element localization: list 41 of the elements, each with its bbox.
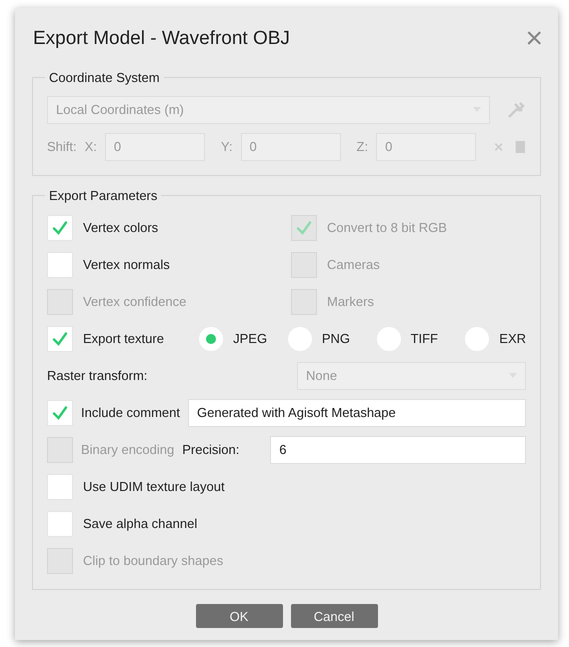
radio-button[interactable] xyxy=(199,326,224,350)
checkbox-label: Include comment xyxy=(81,405,180,420)
group-title: Coordinate System xyxy=(48,70,161,85)
radio-label: JPEG xyxy=(233,331,268,346)
checkbox[interactable] xyxy=(47,474,73,500)
checkbox-label: Save alpha channel xyxy=(83,516,198,531)
cancel-button[interactable]: Cancel xyxy=(290,604,378,628)
check-icon xyxy=(52,220,68,236)
check-icon xyxy=(296,220,312,236)
radio-label: PNG xyxy=(322,331,350,346)
radio-label: TIFF xyxy=(410,331,438,346)
ok-button[interactable]: OK xyxy=(196,604,282,628)
radio-label: EXR xyxy=(499,331,526,346)
checkbox[interactable] xyxy=(47,252,73,278)
axis-label: Z: xyxy=(356,139,368,154)
checkbox-label: Binary encoding xyxy=(81,442,174,457)
checkbox[interactable] xyxy=(47,326,73,352)
group-title: Export Parameters xyxy=(48,188,158,203)
checkbox[interactable] xyxy=(47,214,73,240)
shift-label: Shift: xyxy=(47,139,77,154)
window-title: Export Model - Wavefront OBJ xyxy=(33,28,290,50)
precision-field[interactable]: 6 xyxy=(270,436,526,464)
checkbox-label: Convert to 8 bit RGB xyxy=(327,220,447,235)
field-label: Raster transform: xyxy=(47,368,148,383)
checkbox-label: Markers xyxy=(327,294,374,309)
checkbox[interactable] xyxy=(47,510,73,536)
close-button[interactable]: × xyxy=(525,24,543,54)
checkbox-label: Cameras xyxy=(327,257,380,272)
checkbox-label: Clip to boundary shapes xyxy=(83,553,224,568)
checkbox-label: Export texture xyxy=(83,331,164,346)
axis-label: Y: xyxy=(220,139,232,154)
checkbox-label: Use UDIM texture layout xyxy=(83,479,225,494)
check-icon xyxy=(52,404,68,420)
checkbox-label: Vertex normals xyxy=(83,257,170,272)
checkbox-label: Vertex colors xyxy=(83,220,158,235)
check-icon xyxy=(52,330,68,346)
checkbox-label: Vertex confidence xyxy=(83,294,186,309)
comment-field[interactable]: Generated with Agisoft Metashape xyxy=(188,398,526,426)
checkbox[interactable] xyxy=(47,400,73,426)
axis-label: X: xyxy=(84,139,97,154)
field-label: Precision: xyxy=(182,442,240,457)
